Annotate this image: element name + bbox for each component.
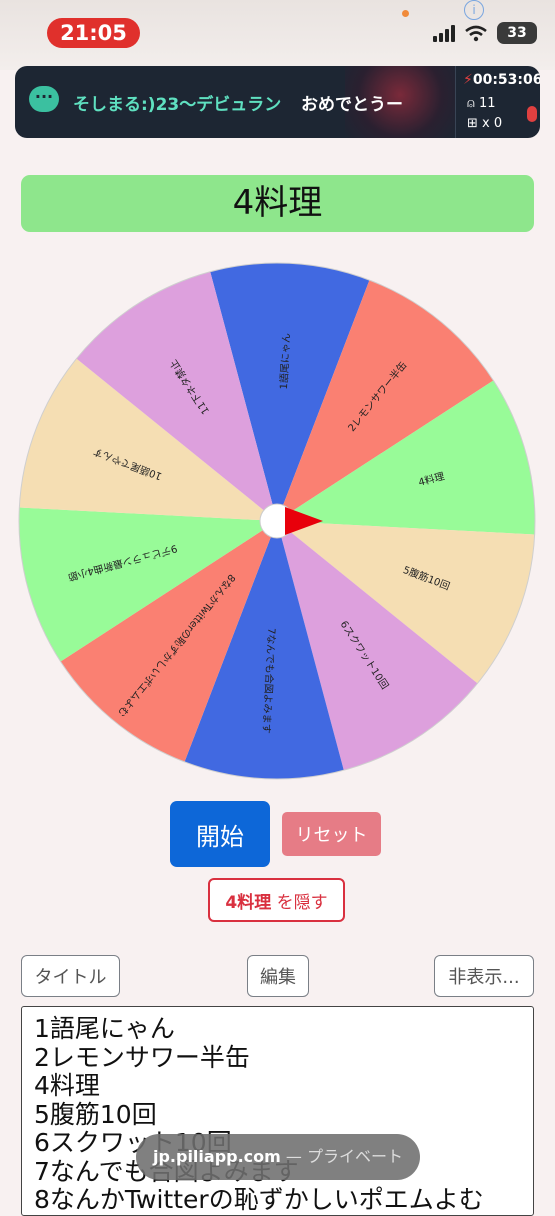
chat-bubble-icon: ··· <box>29 86 59 112</box>
title-button[interactable]: タイトル <box>21 955 120 997</box>
gift-count: ⊞ x 0 <box>467 116 502 131</box>
cellular-signal-icon <box>433 24 455 42</box>
gift-count-value: x 0 <box>482 116 503 131</box>
roulette-wheel[interactable]: 1語尾にゃん 2レモンサワー半缶4料理5腹筋10回6スクワット10回7なんでも合図… <box>0 260 555 780</box>
list-item: 5腹筋10回 <box>34 1099 157 1129</box>
battery-icon: 33 <box>497 22 537 44</box>
list-item: 1語尾にゃん <box>34 1014 175 1043</box>
lightning-icon: ⚡ <box>463 72 473 88</box>
hide-list-button[interactable]: 非表示... <box>434 955 534 997</box>
live-stream-banner[interactable]: ··· そしまる:)23〜デビュラン おめでとうー ⚡00:53:06 ⍝ 11… <box>15 66 540 138</box>
comment-user: そしまる:)23〜デビュラン <box>73 95 282 115</box>
list-item: 2レモンサワー半缶 <box>34 1042 250 1072</box>
microphone-icon[interactable] <box>527 106 537 122</box>
edit-button[interactable]: 編集 <box>247 955 309 997</box>
wifi-icon <box>465 25 487 41</box>
stream-timer: ⚡00:53:06 <box>463 72 540 88</box>
status-indicators: 33 <box>433 20 537 46</box>
stream-timer-value: 00:53:06 <box>472 72 540 88</box>
browser-url-pill[interactable]: jp.piliapp.com — プライベート <box>136 1134 420 1180</box>
gift-icon: ⊞ <box>467 116 483 131</box>
viewer-count: ⍝ 11 <box>467 96 495 111</box>
reset-button[interactable]: リセット <box>282 812 381 856</box>
hide-result-button[interactable]: 4料理 を隠す <box>208 878 345 922</box>
person-icon: ⍝ <box>467 96 479 111</box>
url-host: jp.piliapp.com <box>152 1147 281 1166</box>
list-item: 4料理 <box>34 1071 100 1100</box>
notification-dot <box>402 10 409 17</box>
start-button[interactable]: 開始 <box>170 801 270 867</box>
items-textarea[interactable]: 1語尾にゃん 2レモンサワー半缶 4料理 5腹筋10回 6スクワット10回 7な… <box>21 1006 534 1216</box>
status-time: 21:05 <box>47 18 140 48</box>
list-item: 8なんかTwitterの恥ずかしいポエムよむ <box>34 1185 484 1214</box>
comment-message: おめでとうー <box>301 95 403 115</box>
private-mode-label: — プライベート <box>285 1147 404 1166</box>
hide-suffix: を隠す <box>276 892 328 913</box>
result-header: 4料理 <box>21 175 534 232</box>
hide-item-name: 4料理 <box>225 892 272 913</box>
info-icon[interactable]: i <box>464 0 484 20</box>
viewer-count-value: 11 <box>478 96 496 111</box>
